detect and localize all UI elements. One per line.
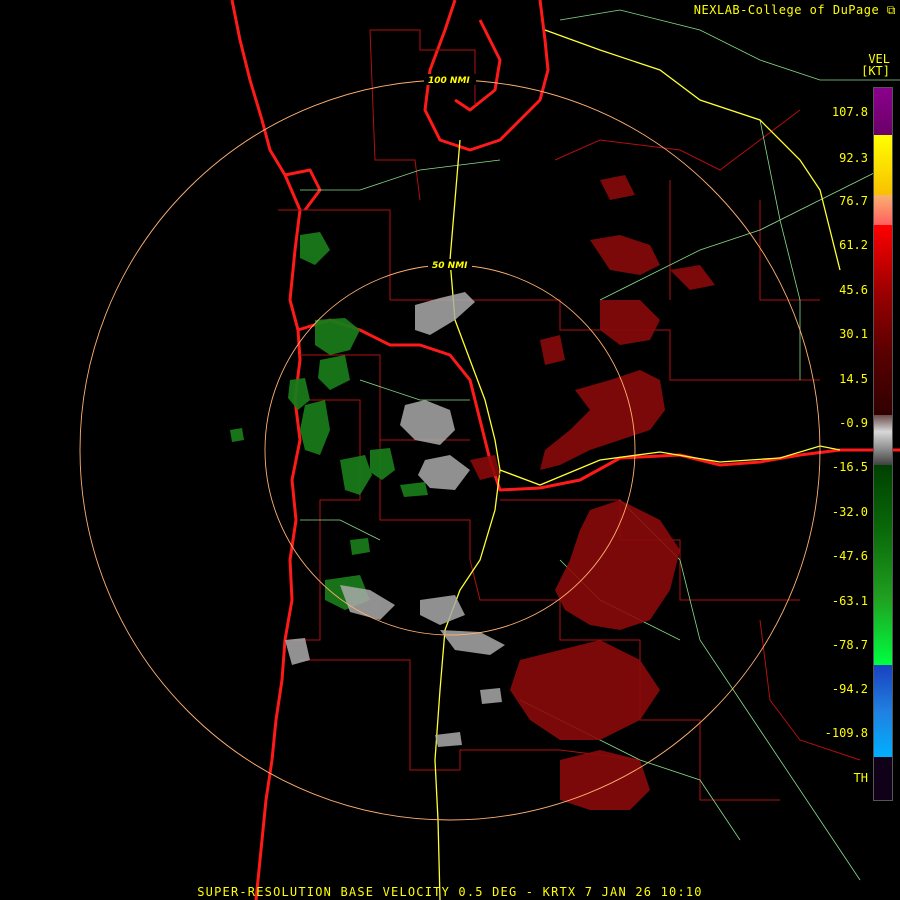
inbound-velocity-echoes <box>230 232 428 610</box>
legend-label: 107.8 <box>831 105 868 119</box>
radar-map: 100 NMI 50 NMI <box>79 0 900 900</box>
legend-label: 14.5 <box>839 372 868 386</box>
credit-text: NEXLAB-College of DuPage <box>693 3 880 17</box>
scale-purple <box>874 88 892 135</box>
scale-green <box>874 465 892 665</box>
legend-label: 45.6 <box>839 283 868 297</box>
legend-label: -16.5 <box>831 460 868 474</box>
legend-label: -94.2 <box>831 682 868 696</box>
product-footer: SUPER-RESOLUTION BASE VELOCITY 0.5 DEG -… <box>197 885 703 899</box>
legend-unit: [KT] <box>861 64 890 78</box>
credit-link[interactable]: NEXLAB-College of DuPage ⧉ <box>694 3 896 18</box>
scale-gray <box>874 415 892 465</box>
range-ring-100 <box>79 79 821 821</box>
scale-th <box>874 757 892 800</box>
legend-label: -0.9 <box>839 416 868 430</box>
legend-label: -32.0 <box>831 505 868 519</box>
legend-label: 92.3 <box>839 151 868 165</box>
legend-label: -109.8 <box>824 726 868 740</box>
range-rings <box>79 79 821 821</box>
legend-label: -78.7 <box>831 638 868 652</box>
range-ring-100-label: 100 NMI <box>428 76 470 86</box>
velocity-color-scale <box>873 87 893 801</box>
legend-label: -63.1 <box>831 594 868 608</box>
outbound-velocity-echoes <box>470 175 715 810</box>
legend-label: 76.7 <box>839 194 868 208</box>
legend-label: TH <box>853 771 868 785</box>
range-ring-50-label: 50 NMI <box>432 261 468 271</box>
external-link-icon: ⧉ <box>886 3 896 17</box>
scale-yellow <box>874 135 892 195</box>
legend-label: 30.1 <box>839 327 868 341</box>
legend-label: -47.6 <box>831 549 868 563</box>
scale-blue <box>874 665 892 757</box>
scale-red <box>874 225 892 415</box>
scale-peach <box>874 195 892 225</box>
legend-label: 61.2 <box>839 238 868 252</box>
